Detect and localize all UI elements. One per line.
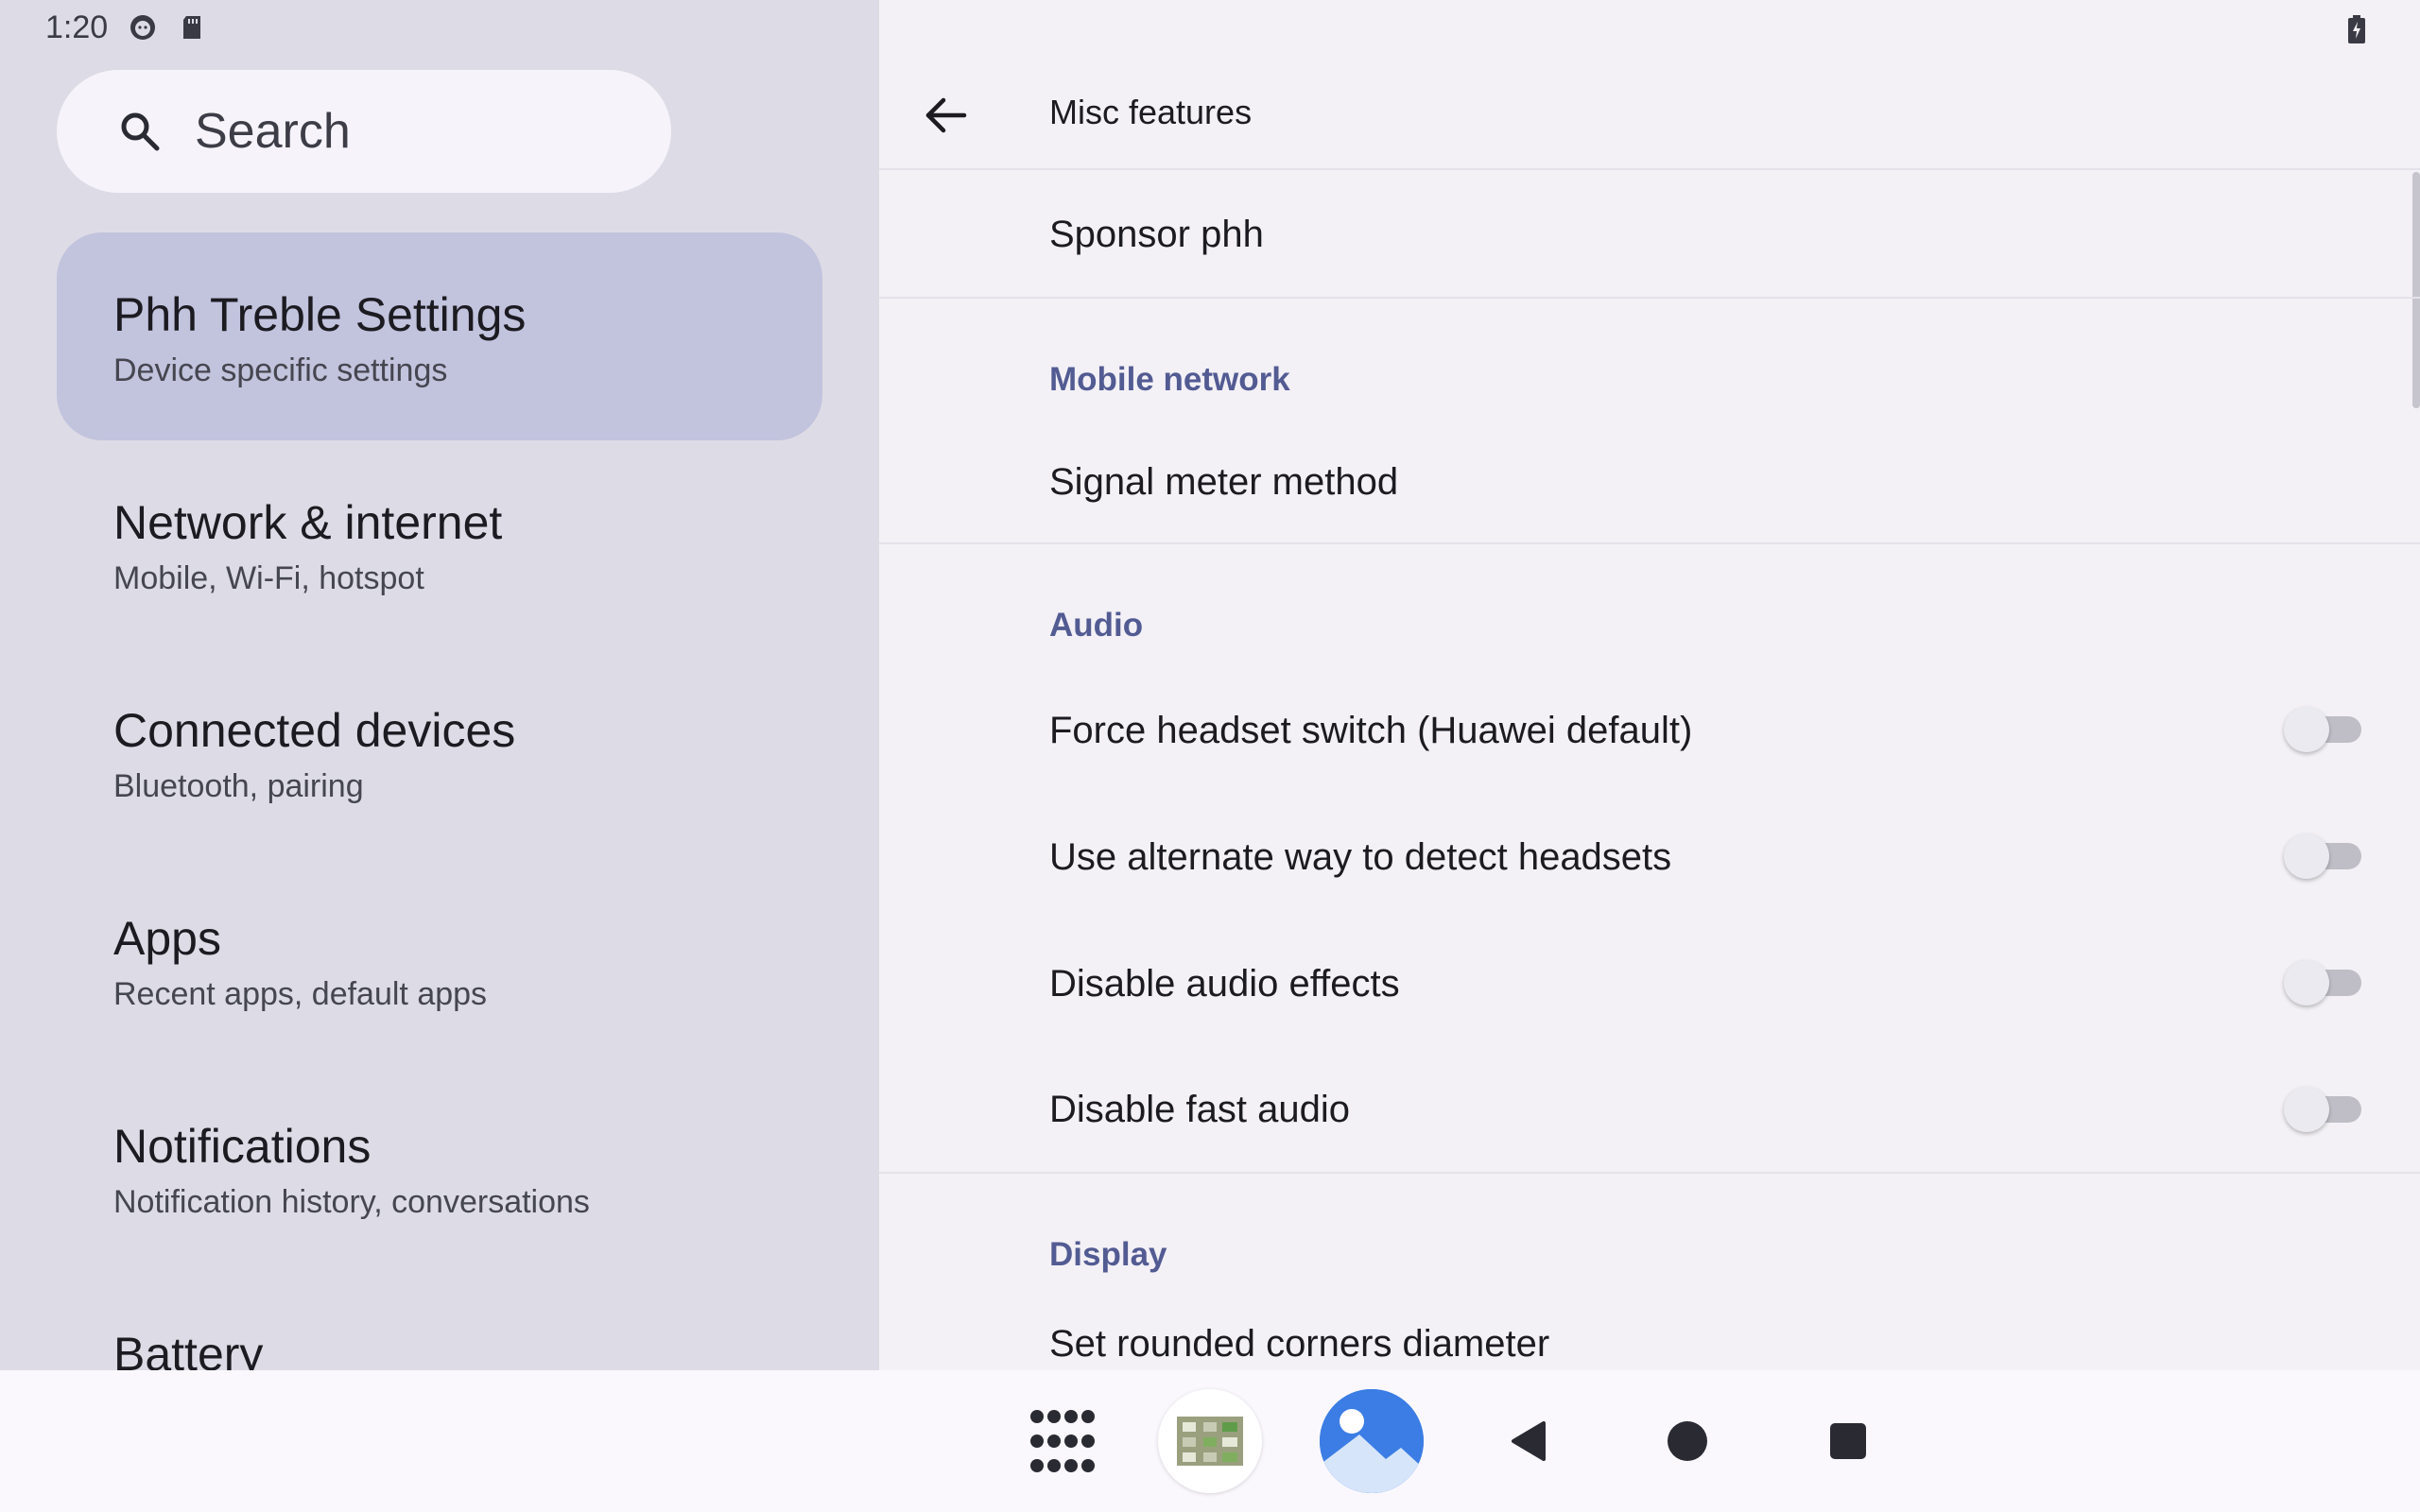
taskbar-app-gallery[interactable] <box>1320 1389 1424 1493</box>
app-drawer-button[interactable] <box>1010 1389 1114 1493</box>
pref-signal-meter-method[interactable]: Signal meter method <box>879 421 2420 544</box>
menu-item-subtitle: Recent apps, default apps <box>113 976 488 1012</box>
pref-sponsor-phh[interactable]: Sponsor phh <box>879 172 2420 299</box>
pref-disable-fast-audio[interactable]: Disable fast audio <box>879 1047 2420 1174</box>
switch-disable-fast-audio[interactable] <box>2284 1087 2361 1132</box>
section-header-audio: Audio <box>1049 607 1144 644</box>
pref-label: Sponsor phh <box>1049 213 1264 255</box>
search-icon <box>121 112 160 151</box>
page-title: Misc features <box>1049 93 1253 131</box>
pref-disable-audio-effects[interactable]: Disable audio effects <box>879 920 2420 1047</box>
menu-item-phh-treble-settings[interactable]: Phh Treble Settings Device specific sett… <box>57 232 822 440</box>
section-header-display: Display <box>1049 1236 1167 1273</box>
switch-alternate-headset-detect[interactable] <box>2284 833 2361 879</box>
navigation-bar <box>0 1370 2420 1512</box>
home-circle-icon <box>1668 1421 1707 1461</box>
settings-menu: Phh Treble Settings Device specific sett… <box>57 232 822 1370</box>
menu-item-apps[interactable]: Apps Recent apps, default apps <box>57 856 822 1064</box>
pref-alternate-headset-detect[interactable]: Use alternate way to detect headsets <box>879 794 2420 920</box>
status-icons <box>129 13 206 42</box>
section-header-mobile-network: Mobile network <box>1049 361 1290 398</box>
status-time: 1:20 <box>45 9 109 45</box>
menu-item-subtitle: Bluetooth, pairing <box>113 768 364 804</box>
menu-item-title: Phh Treble Settings <box>113 288 527 341</box>
search-input[interactable]: Search <box>195 103 351 160</box>
menu-item-battery[interactable]: Battery <box>57 1272 822 1371</box>
menu-item-title: Apps <box>113 912 221 965</box>
back-arrow-icon[interactable] <box>921 91 970 140</box>
app-bar: Misc features <box>879 57 2420 170</box>
taskbar-app-settings[interactable] <box>1158 1389 1262 1493</box>
settings-sidebar: 1:20 Search Phh Treble Settings Device s… <box>0 0 879 1370</box>
menu-item-title: Network & internet <box>113 496 503 549</box>
pref-label: Use alternate way to detect headsets <box>1049 835 1672 878</box>
search-bar[interactable]: Search <box>57 70 671 193</box>
switch-force-headset[interactable] <box>2284 707 2361 752</box>
menu-item-title: Connected devices <box>113 704 516 757</box>
back-triangle-icon <box>1512 1421 1546 1461</box>
menu-item-subtitle: Notification history, conversations <box>113 1184 590 1220</box>
recents-square-icon <box>1830 1423 1866 1459</box>
pref-label: Disable audio effects <box>1049 962 1400 1005</box>
pref-force-headset-switch[interactable]: Force headset switch (Huawei default) <box>879 667 2420 794</box>
android-debug-icon <box>129 13 157 42</box>
menu-item-subtitle: Mobile, Wi-Fi, hotspot <box>113 560 424 596</box>
pref-label: Disable fast audio <box>1049 1088 1350 1130</box>
nav-home-button[interactable] <box>1635 1389 1739 1493</box>
menu-item-title: Battery <box>113 1328 264 1371</box>
battery-charging-icon <box>2348 15 2365 43</box>
nav-back-button[interactable] <box>1478 1389 1582 1493</box>
settings-list: Sponsor phh Mobile network Signal meter … <box>879 172 2420 1370</box>
pref-label: Signal meter method <box>1049 460 1399 503</box>
menu-item-title: Notifications <box>113 1120 372 1173</box>
pref-label: Set rounded corners diameter <box>1049 1322 1550 1365</box>
gallery-app-icon <box>1320 1389 1424 1493</box>
menu-item-notifications[interactable]: Notifications Notification history, conv… <box>57 1064 822 1272</box>
menu-item-connected-devices[interactable]: Connected devices Bluetooth, pairing <box>57 648 822 856</box>
menu-item-subtitle: Device specific settings <box>113 352 448 388</box>
switch-disable-audio-effects[interactable] <box>2284 960 2361 1005</box>
nav-recents-button[interactable] <box>1796 1389 1900 1493</box>
pref-label: Force headset switch (Huawei default) <box>1049 709 1693 751</box>
sd-card-icon <box>178 13 206 42</box>
detail-pane: Misc features Sponsor phh Mobile network… <box>879 0 2420 1370</box>
settings-app-icon <box>1177 1417 1243 1466</box>
app-grid-icon <box>1030 1410 1095 1472</box>
pref-rounded-corners-diameter[interactable]: Set rounded corners diameter <box>879 1297 2420 1370</box>
menu-item-network-internet[interactable]: Network & internet Mobile, Wi-Fi, hotspo… <box>57 440 822 648</box>
